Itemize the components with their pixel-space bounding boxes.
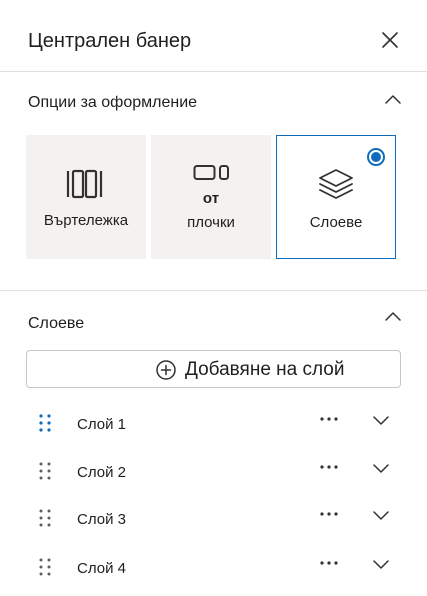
close-button[interactable] (378, 28, 402, 52)
layer-row[interactable]: Слой 3 (0, 499, 427, 541)
layers-icon (319, 169, 353, 199)
layout-card-layers[interactable]: Слоеве (276, 135, 396, 259)
drag-handle-icon[interactable] (38, 508, 52, 528)
layout-card-label: Въртележка (43, 212, 129, 229)
chevron-down-icon[interactable] (371, 509, 391, 521)
chevron-down-icon[interactable] (371, 414, 391, 426)
layer-row[interactable]: Слой 1 (0, 404, 427, 446)
more-options-icon[interactable] (318, 460, 340, 474)
layer-label: Слой 3 (77, 511, 126, 528)
more-options-icon[interactable] (318, 507, 340, 521)
drag-handle-icon[interactable] (38, 413, 52, 433)
chevron-up-icon[interactable] (383, 309, 403, 323)
selected-radio[interactable] (367, 148, 385, 166)
close-icon (382, 32, 398, 48)
drag-handle-icon[interactable] (38, 557, 52, 577)
layout-card-label: Слоеве (309, 214, 363, 231)
layers-section-header[interactable]: Слоеве (0, 303, 427, 343)
layer-row[interactable]: Слой 2 (0, 452, 427, 494)
carousel-icon (66, 169, 103, 199)
tiles-icon (193, 165, 229, 180)
chevron-down-icon[interactable] (371, 462, 391, 474)
layer-label: Слой 1 (77, 416, 126, 433)
add-layer-label: Добавяне на слой (185, 359, 345, 380)
layer-label: Слой 2 (77, 464, 126, 481)
more-options-icon[interactable] (318, 412, 340, 426)
panel-title: Централен банер (28, 30, 192, 52)
chevron-down-icon[interactable] (371, 558, 391, 570)
layers-section-title: Слоеве (28, 315, 85, 332)
layout-card-tiles[interactable]: от плочки (151, 135, 271, 259)
add-layer-button[interactable]: Добавяне на слой (26, 350, 401, 388)
layer-label: Слой 4 (77, 560, 126, 577)
layout-card-label-line2: плочки (187, 214, 235, 231)
more-options-icon[interactable] (318, 556, 340, 570)
layout-card-label-line1: от (202, 190, 220, 207)
chevron-up-icon[interactable] (383, 92, 403, 106)
layout-card-carousel[interactable]: Въртележка (26, 135, 146, 259)
panel-header: Централен банер (0, 0, 427, 72)
layout-options-title: Опции за оформление (28, 94, 198, 111)
layer-row[interactable]: Слой 4 (0, 548, 427, 590)
layout-options-header[interactable]: Опции за оформление (0, 82, 427, 122)
drag-handle-icon[interactable] (38, 461, 52, 481)
add-circle-icon (156, 360, 176, 380)
section-divider (0, 290, 427, 291)
hero-banner-panel: Централен банер Опции за оформление Върт… (0, 0, 427, 596)
